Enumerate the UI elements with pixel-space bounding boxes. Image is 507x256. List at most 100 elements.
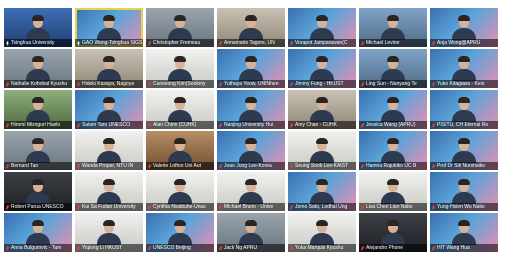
participant-tile[interactable]: Yung-Hsien Wu Natio <box>430 172 498 211</box>
participant-tile[interactable]: Jomo Sato, Lodhal Ung <box>288 172 356 211</box>
participant-name-bar: Sulam Taro UNESCO <box>75 121 143 129</box>
participant-tile[interactable]: Anja Wong@APRU <box>430 8 498 47</box>
participant-name: Cunseong Kim(Sookmy <box>153 81 206 87</box>
mic-muted-icon <box>218 40 223 46</box>
participant-video <box>380 220 406 245</box>
participant-name: Anna Bulgurovic - Tam <box>11 245 62 251</box>
participant-tile[interactable]: Valerie Lofton Uni Aut <box>146 131 214 170</box>
participant-video <box>451 220 477 245</box>
participant-video <box>309 220 335 245</box>
participant-tile[interactable]: Seung Sook Lee-KAIST <box>288 131 356 170</box>
participant-tile[interactable]: Alan Chinn (CUHK) <box>146 90 214 129</box>
participant-name: Amy Chan - CUHK <box>295 122 337 128</box>
participant-video <box>238 97 264 122</box>
mic-icon <box>76 40 81 46</box>
participant-video <box>96 97 122 122</box>
participant-name-bar: Yuko Kitagawa - Keio <box>430 80 498 88</box>
mic-muted-icon <box>289 81 294 87</box>
participant-name: Yuka Marquis Kyushu <box>295 245 344 251</box>
participant-name-bar: Prof Dr Siti Nurshaitie <box>430 162 498 170</box>
participant-tile[interactable]: Yuko Kitagawa - Keio <box>430 49 498 88</box>
participant-tile[interactable]: Nanjing University Hui <box>217 90 285 129</box>
mic-muted-icon <box>360 40 365 46</box>
participant-tile[interactable]: Amy Chan - CUHK <box>288 90 356 129</box>
participant-tile[interactable]: Yiqiong Li HKUST <box>75 213 143 252</box>
participant-name: Cynthia Nwabuhe-Unus <box>153 204 206 210</box>
participant-video <box>25 56 51 81</box>
participant-tile[interactable]: Jimmy Fung - HKUST <box>288 49 356 88</box>
participant-video <box>167 138 193 163</box>
participant-tile[interactable]: Jack Ng APRU <box>217 213 285 252</box>
mic-muted-icon <box>5 245 10 251</box>
participant-name: Jack Ng APRU <box>224 245 258 251</box>
participant-tile[interactable]: Michael Bruno - Unive <box>217 172 285 211</box>
participant-tile[interactable]: Yuthaya Yeow, UNINhen <box>217 49 285 88</box>
participant-name-bar: Yiqiong Li HKUST <box>75 244 143 252</box>
mic-muted-icon <box>76 204 81 210</box>
mic-muted-icon <box>5 122 10 128</box>
participant-name: Christopher Fremeau <box>153 40 201 46</box>
participant-tile[interactable]: Hiromi Mizoguri Huelo <box>4 90 72 129</box>
participant-video <box>238 179 264 204</box>
participant-name: PIS/TU, CH Eternal Re <box>437 122 489 128</box>
participant-name: Prof Dr Siti Nurshaitie <box>437 163 486 169</box>
participant-tile[interactable]: Alejandro Phone <box>359 213 427 252</box>
participant-name: Yuko Kitagawa - Keio <box>437 81 485 87</box>
participant-video <box>380 179 406 204</box>
participant-name: Annamarie Tagore, UN <box>224 40 275 46</box>
participant-video <box>380 138 406 163</box>
participant-tile[interactable]: UNESCO Beijing <box>146 213 214 252</box>
participant-tile[interactable]: Cunseong Kim(Sookmy <box>146 49 214 88</box>
participant-tile[interactable]: Annamarie Tagore, UN <box>217 8 285 47</box>
participant-video <box>96 138 122 163</box>
participant-tile[interactable]: Robert Parua UNESCO <box>4 172 72 211</box>
participant-name-bar: Hideki Kasaya, Nagoya <box>75 80 143 88</box>
participant-tile[interactable]: Anna Bulgurovic - Tam <box>4 213 72 252</box>
participant-tile[interactable]: Sulam Taro UNESCO <box>75 90 143 129</box>
participant-name-bar: Robert Parua UNESCO <box>4 203 72 211</box>
participant-name: Jomo Sato, Lodhal Ung <box>295 204 348 210</box>
participant-video <box>238 56 264 81</box>
participant-video <box>96 56 122 81</box>
participant-tile[interactable]: Lisa Chen Lian Natio <box>359 172 427 211</box>
participant-name-bar: Kui Sa Fudan University <box>75 203 143 211</box>
participant-video <box>167 179 193 204</box>
participant-video <box>96 220 122 245</box>
participant-tile[interactable]: Kui Sa Fudan University <box>75 172 143 211</box>
mic-muted-icon <box>289 122 294 128</box>
participant-tile[interactable]: GAO Wang-Tsinghua SIGS <box>75 8 143 47</box>
participant-tile[interactable]: Michael Levine <box>359 8 427 47</box>
mic-muted-icon <box>289 163 294 169</box>
participant-tile[interactable]: HIT Wang Hua <box>430 213 498 252</box>
participant-tile[interactable]: Hamna Rajubiko UC B <box>359 131 427 170</box>
participant-name-bar: Lisa Chen Lian Natio <box>359 203 427 211</box>
participant-tile[interactable]: Nathalie Kohobal Kyushu <box>4 49 72 88</box>
participant-tile[interactable]: Jessica Wang (APRU) <box>359 90 427 129</box>
participant-video <box>451 56 477 81</box>
participant-name-bar: Joao Jung Lee-Korea <box>217 162 285 170</box>
participant-name-bar: Yung-Hsien Wu Natio <box>430 203 498 211</box>
participant-tile[interactable]: Tsinghua University <box>4 8 72 47</box>
participant-video <box>25 179 51 204</box>
participant-tile[interactable]: Ling Sun - Nanyang Te <box>359 49 427 88</box>
participant-tile[interactable]: Prof Dr Siti Nurshaitie <box>430 131 498 170</box>
participant-tile[interactable]: Vorapot Jamparawan(C <box>288 8 356 47</box>
participant-tile[interactable]: Cynthia Nwabuhe-Unus <box>146 172 214 211</box>
mic-muted-icon <box>360 163 365 169</box>
participant-tile[interactable]: Christopher Fremeau <box>146 8 214 47</box>
participant-name-bar: HIT Wang Hua <box>430 244 498 252</box>
participant-name: Seung Sook Lee-KAIST <box>295 163 349 169</box>
participant-tile[interactable]: Bernard Tan <box>4 131 72 170</box>
participant-name: Bernard Tan <box>11 163 39 169</box>
participant-tile[interactable]: Hideki Kasaya, Nagoya <box>75 49 143 88</box>
participant-tile[interactable]: Joao Jung Lee-Korea <box>217 131 285 170</box>
mic-muted-icon <box>289 40 294 46</box>
mic-muted-icon <box>76 245 81 251</box>
participant-tile[interactable]: Yuka Marquis Kyushu <box>288 213 356 252</box>
participant-tile[interactable]: PIS/TU, CH Eternal Re <box>430 90 498 129</box>
participant-tile[interactable]: Wanda Proper, NTU IN <box>75 131 143 170</box>
mic-muted-icon <box>5 204 10 210</box>
participant-name: Yuthaya Yeow, UNINhen <box>224 81 279 87</box>
mic-muted-icon <box>147 204 152 210</box>
mic-muted-icon <box>431 40 436 46</box>
